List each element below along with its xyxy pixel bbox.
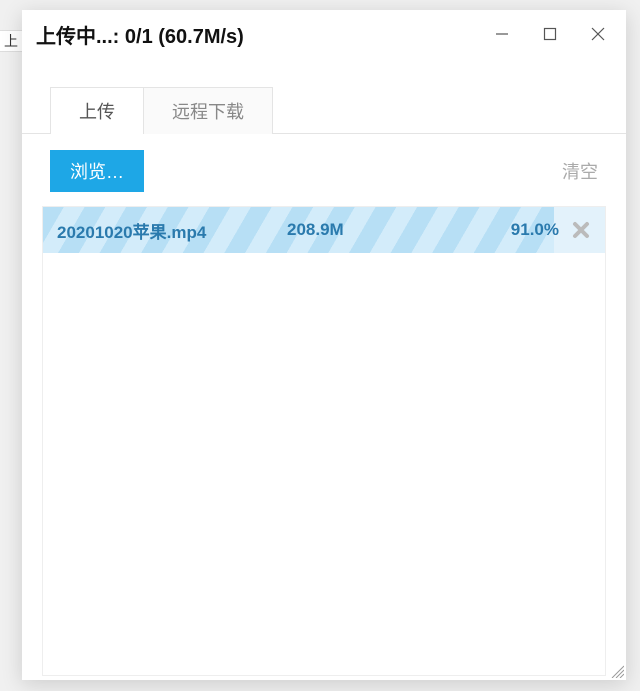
window-title: 上传中...: 0/1 (60.7M/s) (36, 20, 488, 49)
minimize-icon (495, 27, 509, 41)
file-name: 20201020苹果.mp4 (57, 218, 287, 243)
upload-window: 上传中...: 0/1 (60.7M/s) 上传 远程下载 浏览… 清空 202… (22, 10, 626, 680)
upload-row[interactable]: 20201020苹果.mp4 208.9M 91.0% (43, 207, 605, 253)
toolbar: 浏览… 清空 (22, 134, 626, 206)
browse-button[interactable]: 浏览… (50, 150, 144, 192)
tab-upload[interactable]: 上传 (50, 87, 144, 134)
close-button[interactable] (584, 20, 612, 48)
file-size: 208.9M (287, 220, 437, 240)
clear-link[interactable]: 清空 (562, 158, 598, 184)
tab-remote-download[interactable]: 远程下载 (144, 87, 273, 134)
tab-bar: 上传 远程下载 (22, 86, 626, 134)
cancel-icon (571, 220, 591, 240)
upload-row-content: 20201020苹果.mp4 208.9M 91.0% (43, 218, 605, 243)
file-percent: 91.0% (511, 220, 571, 240)
background-tab-hint: 上 (0, 30, 22, 52)
window-controls (488, 20, 612, 48)
upload-list: 20201020苹果.mp4 208.9M 91.0% (42, 206, 606, 676)
resize-grip-icon (608, 662, 624, 678)
maximize-button[interactable] (536, 20, 564, 48)
minimize-button[interactable] (488, 20, 516, 48)
titlebar: 上传中...: 0/1 (60.7M/s) (22, 10, 626, 58)
close-icon (591, 27, 605, 41)
maximize-icon (543, 27, 557, 41)
resize-grip[interactable] (608, 662, 624, 678)
cancel-upload-button[interactable] (571, 220, 591, 240)
